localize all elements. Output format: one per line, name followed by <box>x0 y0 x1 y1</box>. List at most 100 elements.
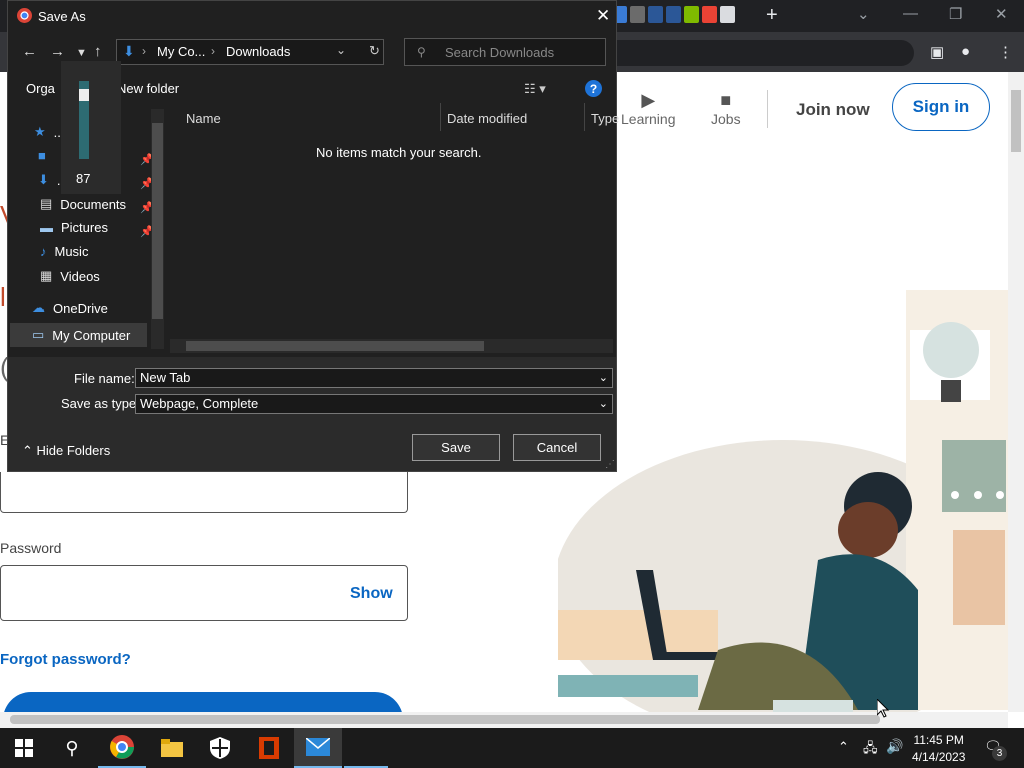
save-button[interactable]: Save <box>412 434 500 461</box>
breadcrumb-separator-icon: › <box>211 44 215 58</box>
column-header-name[interactable]: Name <box>186 111 221 126</box>
menu-icon[interactable]: ⋮ <box>998 43 1013 61</box>
organize-button[interactable]: Orga <box>26 81 55 96</box>
nav-jobs[interactable]: ■ Jobs <box>711 90 741 127</box>
back-icon[interactable]: ← <box>22 43 37 60</box>
chevron-up-icon: ⌃ <box>22 443 37 458</box>
close-window-icon[interactable]: ✕ <box>995 5 1008 23</box>
tab-favicon-icon[interactable] <box>720 6 735 23</box>
download-icon: ⬇ <box>38 172 49 187</box>
jobs-icon: ■ <box>720 90 732 110</box>
address-bar[interactable] <box>612 40 914 66</box>
tab-favicon-icon[interactable] <box>630 6 645 23</box>
breadcrumb[interactable]: ⬇ › My Co... › Downloads ⌄ ↻ <box>116 39 384 65</box>
minimize-icon[interactable]: — <box>903 5 918 22</box>
save-type-value: Webpage, Complete <box>140 396 259 411</box>
start-button[interactable] <box>0 728 48 768</box>
column-divider[interactable] <box>440 103 441 131</box>
save-type-label: Save as type: <box>61 396 140 411</box>
new-folder-button[interactable]: New folder <box>117 81 179 96</box>
breadcrumb-item[interactable]: Downloads <box>226 44 290 59</box>
chevron-down-icon[interactable]: ⌄ <box>599 395 608 413</box>
tab-search-icon[interactable]: ⌄ <box>857 5 870 23</box>
breadcrumb-dropdown-icon[interactable]: ⌄ <box>336 43 346 57</box>
column-divider[interactable] <box>584 103 585 131</box>
sidebar-item-my-computer[interactable]: ▭ My Computer <box>10 323 147 347</box>
taskbar-security[interactable] <box>196 728 244 768</box>
clock-date: 4/14/2023 <box>912 750 966 764</box>
nav-learning[interactable]: ▶ Learning <box>621 90 676 127</box>
search-input[interactable]: ⚲ Search Downloads <box>404 38 606 66</box>
file-list-scrollbar-thumb[interactable] <box>186 341 484 351</box>
nav-pane-scrollbar-thumb[interactable] <box>152 123 163 319</box>
network-icon[interactable]: 🖧 <box>863 739 878 761</box>
resize-grip-icon[interactable]: ⋰ <box>605 459 615 470</box>
volume-icon[interactable]: 🔊 <box>886 738 903 755</box>
sidebar-item-desktop[interactable]: ■ <box>38 148 54 163</box>
vertical-scrollbar[interactable] <box>1008 72 1024 712</box>
show-password-button[interactable]: Show <box>350 585 393 603</box>
pictures-icon: ▬ <box>40 220 53 235</box>
sidebar-item-label: My Computer <box>52 327 131 343</box>
tab-favicon-icon[interactable] <box>702 6 717 23</box>
nav-learning-label: Learning <box>621 111 676 127</box>
sidebar-item-label: Documents <box>60 196 127 212</box>
cancel-button[interactable]: Cancel <box>513 434 601 461</box>
downloads-location-icon: ⬇ <box>123 43 135 59</box>
refresh-icon[interactable]: ↻ <box>369 43 380 59</box>
system-clock[interactable]: 11:45 PM 4/14/2023 <box>912 732 965 766</box>
column-header-type[interactable]: Type <box>591 111 619 126</box>
sign-in-button[interactable]: Sign in <box>892 83 990 131</box>
folder-icon <box>161 739 183 757</box>
sidebar-item-onedrive[interactable]: ☁ OneDrive <box>32 300 108 316</box>
progress-bar-fill <box>79 89 89 101</box>
password-label: Password <box>0 540 62 556</box>
search-placeholder: Search Downloads <box>445 45 555 60</box>
taskbar-mail[interactable] <box>294 728 342 768</box>
sidebar-item-pictures[interactable]: ▬ Pictures <box>40 220 108 235</box>
chevron-down-icon[interactable]: ⌄ <box>599 369 608 387</box>
tab-favicon-icon[interactable] <box>666 6 681 23</box>
nav-pane-scrollbar[interactable] <box>151 109 164 349</box>
view-options-icon[interactable]: ☷ ▾ <box>524 81 546 97</box>
heading-fragment: l <box>0 282 6 312</box>
chevron-up-icon[interactable]: ⌃ <box>838 739 849 755</box>
save-type-select[interactable]: Webpage, Complete ⌄ <box>135 394 613 414</box>
password-input[interactable] <box>0 565 408 621</box>
horizontal-scrollbar-thumb[interactable] <box>10 715 880 724</box>
dialog-close-icon[interactable]: ✕ <box>596 6 610 26</box>
sidebar-item-videos[interactable]: ▦ Videos <box>40 268 100 284</box>
taskbar-file-explorer[interactable] <box>148 728 196 768</box>
column-header-date-modified[interactable]: Date modified <box>447 111 527 126</box>
breadcrumb-item[interactable]: My Co... <box>157 44 205 59</box>
new-tab-icon[interactable]: + <box>766 4 778 27</box>
taskbar-chrome[interactable] <box>98 728 146 768</box>
taskbar-office[interactable] <box>245 728 293 768</box>
up-folder-icon[interactable]: ↑ <box>94 43 102 60</box>
file-name-input[interactable]: New Tab ⌄ <box>135 368 613 388</box>
hide-folders-button[interactable]: ⌃ Hide Folders <box>22 443 110 459</box>
side-panel-icon[interactable]: ▣ <box>930 43 944 61</box>
music-icon: ♪ <box>40 244 47 259</box>
progress-popup: 87 <box>61 61 121 194</box>
help-icon[interactable]: ? <box>585 80 602 97</box>
forgot-password-link[interactable]: Forgot password? <box>0 651 131 668</box>
tab-favicon-icon[interactable] <box>648 6 663 23</box>
email-input[interactable] <box>0 472 408 513</box>
search-icon[interactable]: ⚲ <box>48 728 96 768</box>
recent-locations-icon[interactable]: ▼ <box>76 47 87 59</box>
clock-time: 11:45 PM <box>913 733 964 747</box>
file-list-scrollbar[interactable] <box>170 339 613 353</box>
vertical-scrollbar-thumb[interactable] <box>1011 90 1021 152</box>
sidebar-item-documents[interactable]: ▤ Documents <box>40 196 126 212</box>
sign-in-submit-button[interactable] <box>3 692 403 712</box>
office-icon <box>259 737 279 759</box>
join-now-link[interactable]: Join now <box>796 100 870 120</box>
restore-icon[interactable]: ❐ <box>949 5 962 23</box>
sidebar-item-music[interactable]: ♪ Music <box>40 244 88 259</box>
progress-bar <box>79 81 89 159</box>
profile-icon[interactable]: ● <box>961 43 970 60</box>
forward-icon[interactable]: → <box>50 43 65 60</box>
pinned-tabs[interactable] <box>612 6 735 23</box>
tab-favicon-icon[interactable] <box>684 6 699 23</box>
